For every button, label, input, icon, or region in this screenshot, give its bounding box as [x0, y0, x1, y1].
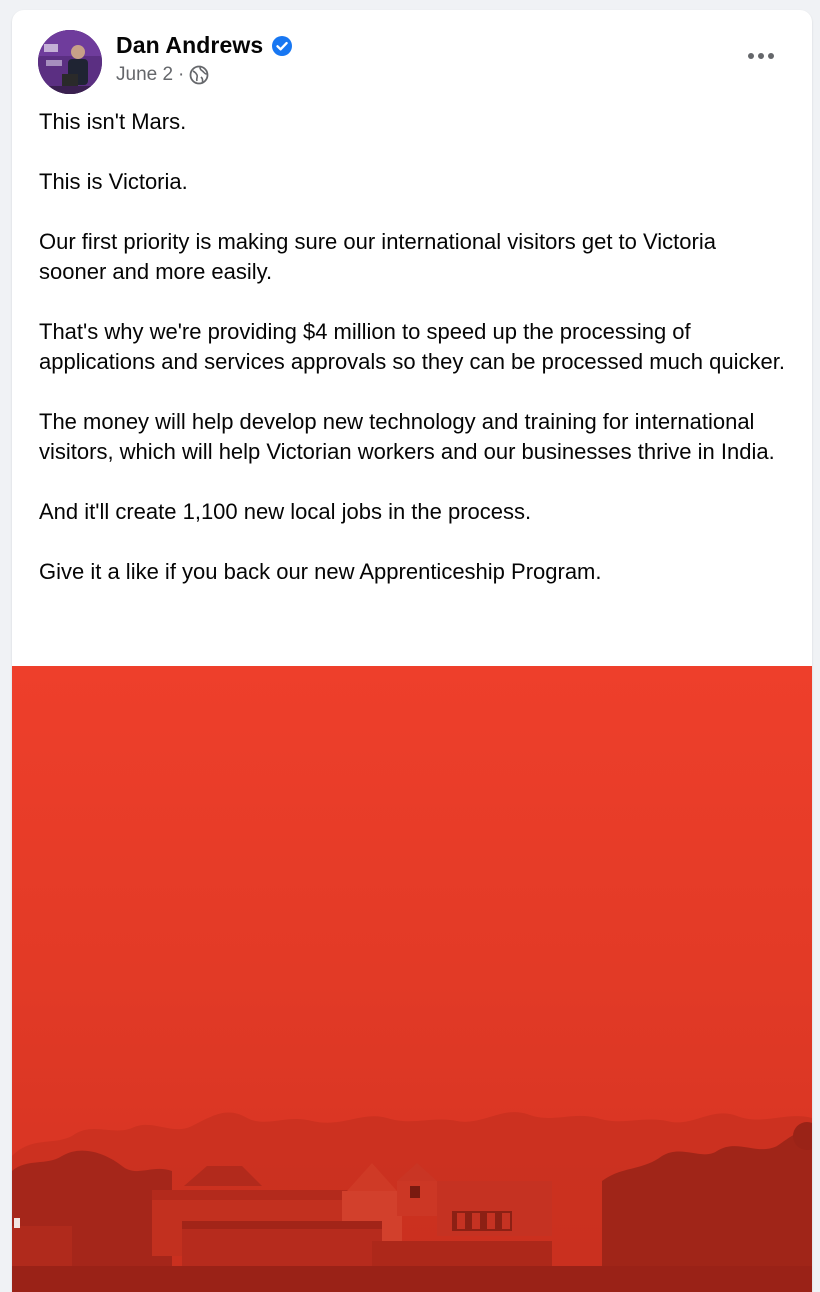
post-photo[interactable] [12, 666, 812, 1292]
post-paragraph: Our first priority is making sure our in… [39, 229, 716, 284]
post-paragraph: The money will help develop new technolo… [39, 409, 775, 464]
post-card: Dan Andrews June 2 · This isn't Mars. Th… [12, 10, 812, 1292]
post-paragraph: And it'll create 1,100 new local jobs in… [39, 499, 532, 524]
post-paragraph: This is Victoria. [39, 169, 188, 194]
more-options-icon[interactable] [746, 44, 776, 68]
post-body: This isn't Mars. This is Victoria. Our f… [39, 107, 789, 617]
meta-separator: · [178, 64, 185, 85]
post-meta: June 2 · [116, 64, 209, 86]
author-line: Dan Andrews [116, 32, 293, 59]
post-header: Dan Andrews June 2 · [12, 10, 812, 102]
post-paragraph: Give it a like if you back our new Appre… [39, 559, 602, 584]
post-paragraph: This isn't Mars. [39, 109, 187, 134]
verified-badge-icon [271, 35, 293, 57]
globe-icon[interactable] [189, 65, 209, 85]
post-paragraph: That's why we're providing $4 million to… [39, 319, 785, 374]
post-date[interactable]: June 2 [116, 64, 173, 86]
author-name[interactable]: Dan Andrews [116, 32, 263, 59]
author-avatar[interactable] [38, 30, 102, 94]
